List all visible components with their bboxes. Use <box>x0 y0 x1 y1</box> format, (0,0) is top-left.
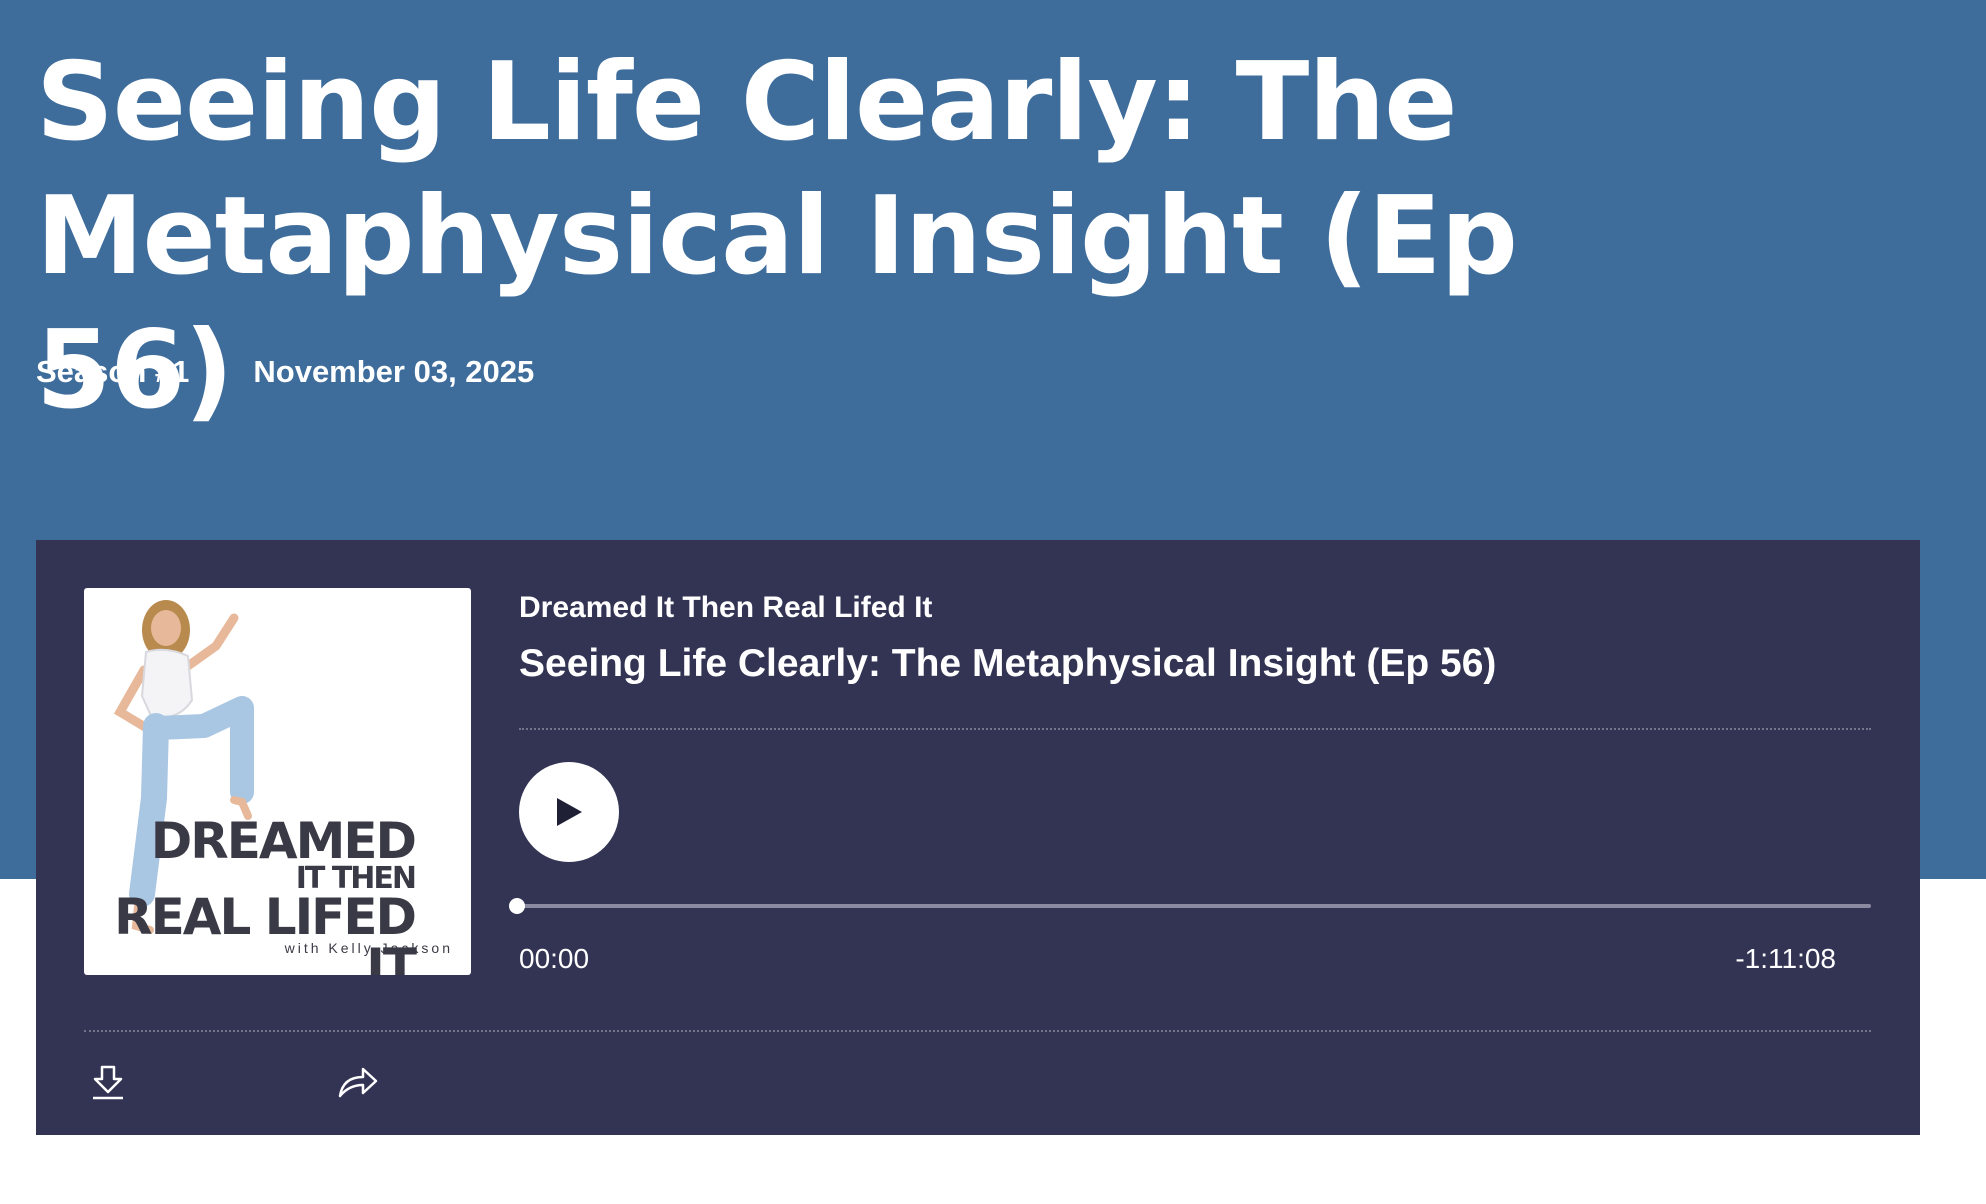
show-name: Dreamed It Then Real Lifed It <box>519 591 933 624</box>
publish-date: November 03, 2025 <box>253 354 535 389</box>
download-icon <box>93 1065 123 1100</box>
episode-meta: Season #1 November 03, 2025 <box>36 353 534 391</box>
remaining-time: -1:11:08 <box>1735 943 1836 974</box>
share-icon <box>338 1067 378 1098</box>
download-button[interactable] <box>84 1058 132 1106</box>
podcast-cover-art: DREAMED IT THEN REAL LIFED IT with Kelly… <box>84 588 471 975</box>
play-button[interactable] <box>519 762 619 862</box>
cover-title-line: DREAMED <box>150 812 417 870</box>
cover-title-line: REAL LIFED IT <box>114 888 417 975</box>
progress-slider[interactable] <box>509 898 1871 914</box>
episode-title: Seeing Life Clearly: The Metaphysical In… <box>519 642 1497 685</box>
season-label: Season #1 <box>36 354 190 389</box>
podcast-player: DREAMED IT THEN REAL LIFED IT with Kelly… <box>36 540 1920 1135</box>
current-time: 00:00 <box>519 943 590 974</box>
header-divider <box>519 728 1871 730</box>
cover-credit: with Kelly Jackson <box>284 940 453 956</box>
share-button[interactable] <box>334 1058 382 1106</box>
progress-thumb[interactable] <box>509 898 525 914</box>
play-icon <box>557 798 582 826</box>
footer-divider <box>84 1030 1871 1032</box>
